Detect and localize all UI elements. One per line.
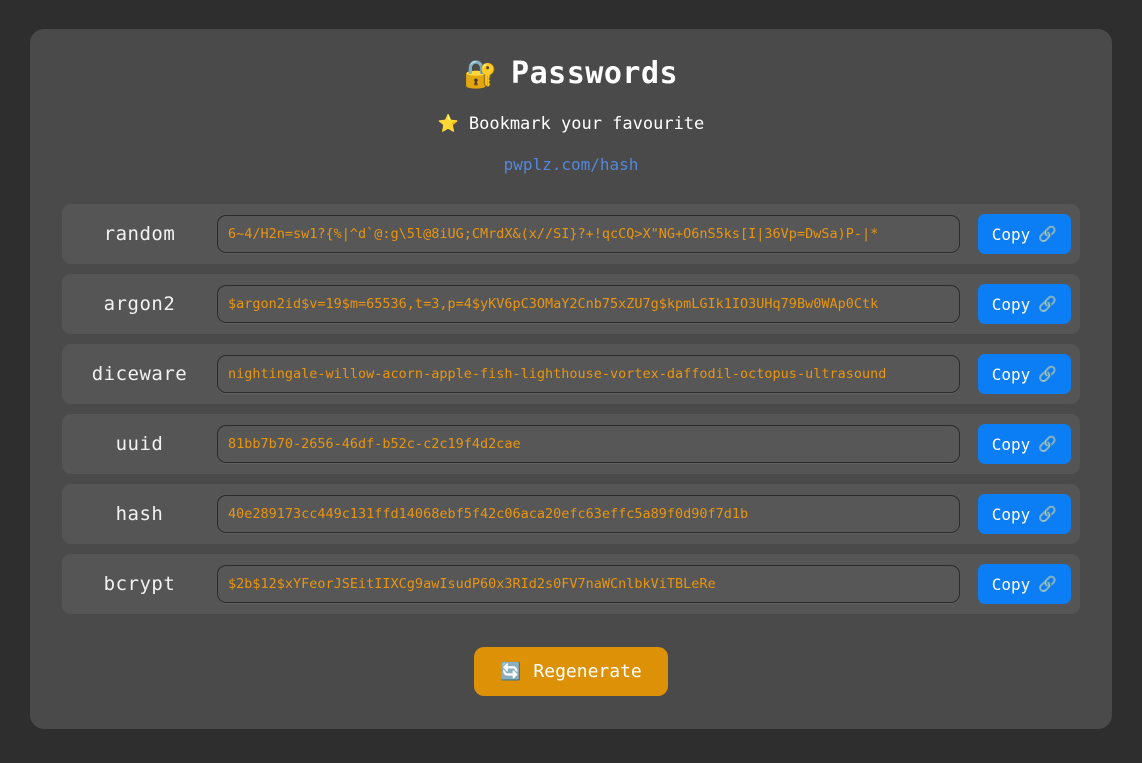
row-label-hash: hash [115,503,164,525]
table-row: random 6~4/H2n=sw1?{%|^d`@:g\5l@8iUG;CMr… [62,204,1080,264]
site-link[interactable]: pwplz.com/hash [504,155,639,174]
copy-button-hash[interactable]: Copy 🔗 [977,494,1071,534]
password-panel: 🔐 Passwords ⭐ Bookmark your favourite pw… [30,29,1112,729]
table-row: hash 40e289173cc449c131ffd14068ebf5f42c0… [62,484,1080,544]
password-value-hash[interactable]: 40e289173cc449c131ffd14068ebf5f42c06aca2… [217,495,960,533]
row-label-diceware: diceware [91,363,188,385]
site-link-row: pwplz.com/hash [30,155,1112,174]
copy-button-random[interactable]: Copy 🔗 [977,214,1071,254]
copy-button-label: Copy [991,364,1031,384]
page-title-text: Passwords [511,56,679,91]
link-icon: 🔗 [1038,505,1057,523]
password-value-uuid[interactable]: 81bb7b70-2656-46df-b52c-c2c19f4d2cae [217,425,960,463]
table-row: diceware nightingale-willow-acorn-apple-… [62,344,1080,404]
password-value-random[interactable]: 6~4/H2n=sw1?{%|^d`@:g\5l@8iUG;CMrdX&(x//… [217,215,960,253]
password-value-diceware[interactable]: nightingale-willow-acorn-apple-fish-ligh… [217,355,960,393]
link-icon: 🔗 [1038,295,1057,313]
password-value-argon2[interactable]: $argon2id$v=19$m=65536,t=3,p=4$yKV6pC3OM… [217,285,960,323]
copy-button-diceware[interactable]: Copy 🔗 [977,354,1071,394]
copy-button-uuid[interactable]: Copy 🔗 [977,424,1071,464]
table-row: bcrypt $2b$12$xYFeorJSEitIIXCg9awIsudP60… [62,554,1080,614]
page-title: 🔐 Passwords [30,59,1112,89]
table-row: argon2 $argon2id$v=19$m=65536,t=3,p=4$yK… [62,274,1080,334]
link-icon: 🔗 [1038,225,1057,243]
copy-button-label: Copy [991,224,1031,244]
row-label-random: random [103,223,176,245]
row-label-bcrypt: bcrypt [103,573,176,595]
copy-button-label: Copy [991,574,1031,594]
refresh-icon: 🔄 [500,661,522,682]
star-icon: ⭐ [437,114,459,134]
copy-button-label: Copy [991,294,1031,314]
table-row: uuid 81bb7b70-2656-46df-b52c-c2c19f4d2ca… [62,414,1080,474]
copy-button-argon2[interactable]: Copy 🔗 [977,284,1071,324]
password-value-bcrypt[interactable]: $2b$12$xYFeorJSEitIIXCg9awIsudP60x3RId2s… [217,565,960,603]
row-label-argon2: argon2 [103,293,176,315]
regenerate-button[interactable]: 🔄 Regenerate [474,647,668,696]
copy-button-label: Copy [991,434,1031,454]
panel-header: 🔐 Passwords ⭐ Bookmark your favourite pw… [30,29,1112,175]
password-rows: random 6~4/H2n=sw1?{%|^d`@:g\5l@8iUG;CMr… [30,204,1112,614]
row-label-uuid: uuid [115,433,164,455]
link-icon: 🔗 [1038,365,1057,383]
subtitle: ⭐ Bookmark your favourite [30,116,1112,133]
copy-button-label: Copy [991,504,1031,524]
subtitle-text: Bookmark your favourite [468,114,705,134]
copy-button-bcrypt[interactable]: Copy 🔗 [977,564,1071,604]
link-icon: 🔗 [1038,575,1057,593]
regenerate-button-label: Regenerate [533,661,642,682]
link-icon: 🔗 [1038,435,1057,453]
lock-icon: 🔐 [463,58,499,90]
panel-footer: 🔄 Regenerate [30,647,1112,696]
